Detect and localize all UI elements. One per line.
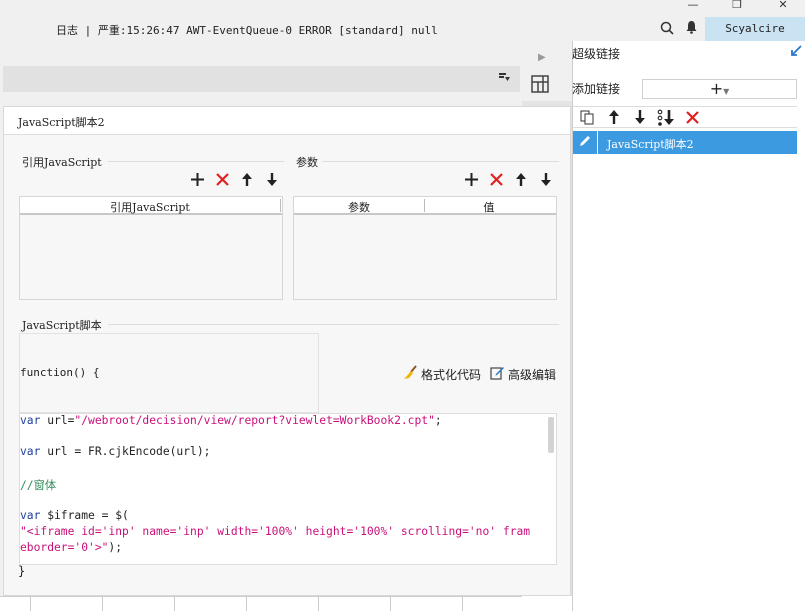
params-table-header: 参数 值 bbox=[294, 197, 556, 215]
move-up-icon[interactable] bbox=[608, 110, 620, 127]
code-line-1: var url="/webroot/decision/view/report?v… bbox=[20, 414, 442, 427]
params-value-column-header: 值 bbox=[483, 201, 495, 214]
move-down-icon[interactable] bbox=[634, 110, 646, 127]
search-icon[interactable] bbox=[660, 21, 674, 39]
code-line-9: eborder='0'>"); bbox=[20, 541, 123, 554]
params-move-down-button[interactable] bbox=[539, 173, 553, 189]
delete-icon[interactable] bbox=[686, 111, 699, 127]
restore-button[interactable]: ❐ bbox=[722, 0, 752, 12]
user-account-button[interactable]: Scyalcire bbox=[705, 17, 805, 41]
ref-js-add-button[interactable] bbox=[190, 173, 204, 189]
ref-js-table[interactable]: 引用JavaScript bbox=[19, 196, 283, 300]
sort-icon[interactable] bbox=[657, 109, 675, 129]
params-move-up-button[interactable] bbox=[514, 173, 528, 189]
code-line-7: var $iframe = $( bbox=[20, 509, 129, 522]
chevron-down-icon: ▼ bbox=[723, 87, 730, 96]
hyperlink-panel-title: 超级链接 bbox=[572, 47, 621, 61]
tool-strip bbox=[3, 66, 520, 92]
params-delete-button[interactable] bbox=[489, 173, 503, 189]
column-separator bbox=[280, 199, 281, 212]
hyperlink-list bbox=[573, 130, 797, 600]
cell-attributes-icon[interactable] bbox=[531, 75, 549, 97]
editor-title-row: JavaScript脚本2 bbox=[4, 107, 570, 135]
advanced-edit-label: 高级编辑 bbox=[508, 367, 557, 382]
ref-js-label: 引用JavaScript bbox=[22, 156, 102, 169]
expand-arrow-icon[interactable]: ▶ bbox=[538, 52, 546, 63]
pencil-icon bbox=[578, 134, 592, 152]
params-label: 参数 bbox=[296, 156, 318, 169]
grid-tick bbox=[462, 597, 463, 611]
grid-tick bbox=[318, 597, 319, 611]
bell-icon[interactable] bbox=[685, 20, 698, 38]
add-link-plus: + bbox=[709, 79, 724, 98]
copy-icon[interactable] bbox=[580, 110, 595, 128]
bottom-strip bbox=[0, 596, 522, 611]
advanced-edit-button[interactable]: 高级编辑 bbox=[490, 365, 556, 383]
ref-js-move-up-button[interactable] bbox=[240, 173, 254, 189]
params-divider bbox=[322, 161, 559, 162]
minimize-button[interactable]: — bbox=[678, 0, 708, 12]
close-window-button[interactable]: ✕ bbox=[768, 0, 798, 12]
code-line-8: "<iframe id='inp' name='inp' width='100%… bbox=[20, 525, 531, 538]
params-add-button[interactable] bbox=[464, 173, 478, 189]
grid-tick bbox=[246, 597, 247, 611]
code-line-5: //窗体 bbox=[20, 479, 57, 492]
ref-js-divider bbox=[108, 161, 284, 162]
grid-tick bbox=[102, 597, 103, 611]
log-message[interactable]: 日志 | 严重:15:26:47 AWT-EventQueue-0 ERROR … bbox=[56, 22, 438, 38]
code-line-3: var url = FR.cjkEncode(url); bbox=[20, 445, 211, 458]
format-code-button[interactable]: 格式化代码 bbox=[403, 365, 481, 383]
add-link-button[interactable]: +▼ bbox=[642, 79, 797, 99]
grid-tick bbox=[30, 597, 31, 611]
hyperlink-item-label: JavaScript脚本2 bbox=[607, 138, 694, 151]
grid-tick bbox=[174, 597, 175, 611]
code-url-string: "/webroot/decision/view/report?viewlet=W… bbox=[74, 414, 435, 427]
js-script-divider bbox=[108, 324, 559, 325]
pin-icon[interactable] bbox=[789, 45, 802, 62]
format-code-label: 格式化代码 bbox=[421, 367, 482, 382]
add-link-label: 添加链接 bbox=[572, 82, 621, 96]
edit-icon bbox=[490, 365, 505, 383]
editor-title: JavaScript脚本2 bbox=[18, 116, 105, 129]
code-editor[interactable]: var url="/webroot/decision/view/report?v… bbox=[19, 413, 557, 565]
function-header: function() { bbox=[20, 366, 100, 379]
ref-js-column-header: 引用JavaScript bbox=[110, 201, 190, 214]
ref-js-move-down-button[interactable] bbox=[265, 173, 279, 189]
code-scrollbar[interactable] bbox=[548, 417, 554, 453]
dock-menu-icon[interactable] bbox=[498, 72, 511, 88]
ref-js-delete-button[interactable] bbox=[215, 173, 229, 189]
function-closing-brace: } bbox=[18, 564, 26, 578]
broom-icon bbox=[403, 365, 418, 383]
list-item-separator bbox=[597, 131, 598, 154]
ref-js-table-header: 引用JavaScript bbox=[20, 197, 282, 215]
hyperlink-toolbar bbox=[573, 106, 797, 128]
js-script-label: JavaScript脚本 bbox=[22, 319, 102, 332]
params-name-column-header: 参数 bbox=[348, 201, 370, 214]
grid-tick bbox=[390, 597, 391, 611]
params-table[interactable]: 参数 值 bbox=[293, 196, 557, 300]
